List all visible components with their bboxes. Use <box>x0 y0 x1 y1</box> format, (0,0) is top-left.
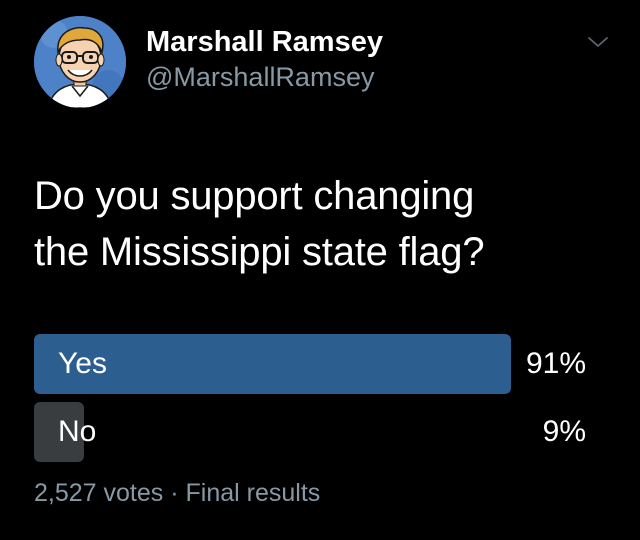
caricature-avatar-icon <box>34 16 126 108</box>
poll-option-no[interactable]: No 9% <box>34 402 586 462</box>
poll-meta-separator: · <box>170 479 179 507</box>
poll-option-label: Yes <box>58 347 107 380</box>
author-avatar[interactable] <box>34 16 126 108</box>
poll-option-percent: 91% <box>525 347 586 380</box>
poll-meta: 2,527 votes · Final results <box>34 476 320 510</box>
poll-status: Final results <box>185 479 321 507</box>
tweet-text: Do you support changing the Mississippi … <box>34 168 614 280</box>
poll-vote-count: 2,527 votes <box>34 479 164 507</box>
author-display-name[interactable]: Marshall Ramsey <box>146 24 383 60</box>
poll: Yes 91% No 9% <box>34 334 586 470</box>
tweet-menu-button[interactable] <box>586 30 610 54</box>
tweet-header: Marshall Ramsey @MarshallRamsey <box>34 16 624 112</box>
author-name-block: Marshall Ramsey @MarshallRamsey <box>146 24 383 94</box>
author-handle[interactable]: @MarshallRamsey <box>146 60 383 94</box>
tweet-text-line: the Mississippi state flag? <box>34 230 485 274</box>
poll-option-yes[interactable]: Yes 91% <box>34 334 586 394</box>
tweet-card[interactable]: Marshall Ramsey @MarshallRamsey Do you s… <box>0 0 640 540</box>
chevron-down-icon <box>588 37 608 47</box>
tweet-text-line: Do you support changing <box>34 174 475 218</box>
poll-option-label: No <box>58 415 97 448</box>
poll-option-percent: 9% <box>542 415 586 448</box>
